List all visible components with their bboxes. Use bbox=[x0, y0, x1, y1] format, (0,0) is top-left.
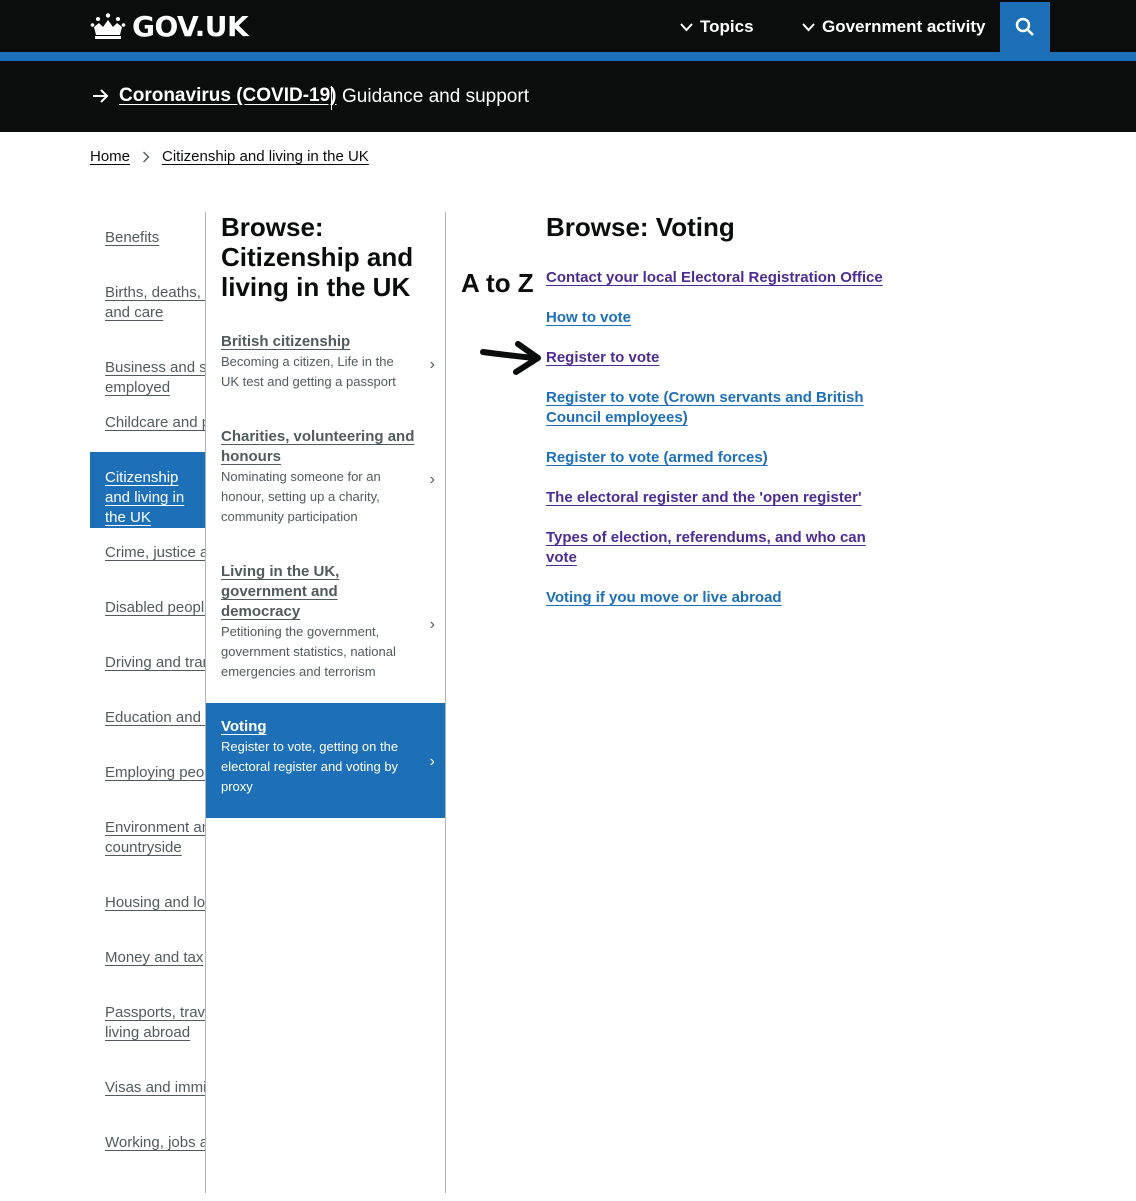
voting-link[interactable]: Voting if you move or live abroad bbox=[546, 588, 886, 608]
category-item[interactable]: Passports, travel and living abroad bbox=[90, 1003, 205, 1043]
topics-label: Topics bbox=[700, 17, 754, 36]
category-item-active[interactable]: Citizenship and living in the UK bbox=[90, 452, 205, 528]
subtopic-title: British citizenship bbox=[221, 333, 351, 350]
chevron-right-icon bbox=[143, 151, 150, 162]
column-divider bbox=[445, 212, 446, 1193]
category-item[interactable]: Money and tax bbox=[90, 948, 205, 968]
subtopic-description: Becoming a citizen, Life in the UK test … bbox=[221, 354, 396, 389]
chevron-right-icon: › bbox=[429, 753, 435, 770]
government-activity-label: Government activity bbox=[822, 17, 986, 36]
category-item[interactable]: Benefits bbox=[90, 228, 205, 248]
subtopic-item-active[interactable]: Voting Register to vote, getting on the … bbox=[206, 703, 445, 818]
category-item[interactable]: Disabled people bbox=[90, 598, 205, 618]
topics-menu-button[interactable]: Topics bbox=[680, 14, 754, 40]
voting-link[interactable]: Types of election, referendums, and who … bbox=[546, 528, 886, 568]
category-item[interactable]: Housing and local services bbox=[90, 893, 205, 913]
subtopic-description: Petitioning the government, government s… bbox=[221, 624, 396, 679]
covid-banner: Coronavirus (COVID-19) Guidance and supp… bbox=[0, 61, 1136, 132]
voting-link[interactable]: Contact your local Electoral Registratio… bbox=[546, 268, 886, 288]
header-accent-bar bbox=[0, 52, 1136, 61]
search-button[interactable] bbox=[1000, 2, 1050, 52]
category-item[interactable]: Employing people bbox=[90, 763, 205, 783]
voting-link[interactable]: Register to vote (armed forces) bbox=[546, 448, 886, 468]
pointer-arrow-icon bbox=[480, 341, 541, 375]
category-item[interactable]: Driving and transport bbox=[90, 653, 205, 673]
search-icon bbox=[1015, 17, 1034, 36]
voting-link[interactable]: Register to vote (Crown servants and Bri… bbox=[546, 388, 886, 428]
chevron-right-icon: › bbox=[429, 356, 435, 373]
crown-icon bbox=[90, 13, 126, 39]
category-item[interactable]: Visas and immigration bbox=[90, 1078, 205, 1098]
category-item[interactable]: Environment and countryside bbox=[90, 818, 205, 858]
browse-section-title: Browse: Citizenship and living in the UK bbox=[221, 212, 414, 302]
covid-link[interactable]: Coronavirus (COVID-19) bbox=[119, 85, 336, 107]
subtopic-item[interactable]: British citizenship Becoming a citizen, … bbox=[206, 332, 445, 402]
govuk-logo-link[interactable]: GOV.UK bbox=[90, 9, 249, 43]
subtopic-description: Register to vote, getting on the elector… bbox=[221, 739, 399, 794]
voting-link[interactable]: Register to vote bbox=[546, 348, 886, 368]
breadcrumb-home-link[interactable]: Home bbox=[90, 148, 130, 165]
chevron-right-icon: › bbox=[429, 616, 435, 633]
voting-section-title: Browse: Voting bbox=[546, 212, 735, 242]
government-activity-menu-button[interactable]: Government activity bbox=[802, 14, 985, 40]
chevron-down-icon bbox=[680, 22, 693, 31]
breadcrumb: Home Citizenship and living in the UK bbox=[90, 148, 369, 165]
site-header: GOV.UK Topics Government activity bbox=[0, 0, 1136, 52]
category-item[interactable]: Business and self-employed bbox=[90, 358, 205, 398]
category-item[interactable]: Crime, justice and the law bbox=[90, 543, 205, 563]
breadcrumb-current-link[interactable]: Citizenship and living in the UK bbox=[162, 148, 369, 165]
browse-categories-list: Benefits Births, deaths, marriages and c… bbox=[90, 212, 205, 1193]
chevron-down-icon bbox=[802, 22, 815, 31]
subtopic-title: Living in the UK, government and democra… bbox=[221, 563, 340, 620]
subtopic-item[interactable]: Charities, volunteering and honours Nomi… bbox=[206, 427, 445, 537]
voting-link[interactable]: How to vote bbox=[546, 308, 886, 328]
category-item[interactable]: Births, deaths, marriages and care bbox=[90, 283, 205, 323]
subtopic-title: Voting bbox=[221, 718, 267, 735]
logo-text: GOV.UK bbox=[132, 9, 249, 43]
category-item[interactable]: Childcare and parenting bbox=[90, 413, 205, 433]
subtopic-item[interactable]: Living in the UK, government and democra… bbox=[206, 562, 445, 687]
covid-separator bbox=[331, 86, 332, 110]
voting-link[interactable]: The electoral register and the 'open reg… bbox=[546, 488, 886, 508]
category-item[interactable]: Education and learning bbox=[90, 708, 205, 728]
atoz-heading: A to Z bbox=[461, 268, 534, 298]
category-item[interactable]: Working, jobs and pensions bbox=[90, 1133, 205, 1153]
subtopic-title: Charities, volunteering and honours bbox=[221, 428, 415, 465]
arrow-right-icon bbox=[93, 89, 109, 103]
covid-subtext: Guidance and support bbox=[342, 86, 529, 107]
chevron-right-icon: › bbox=[429, 471, 435, 488]
subtopic-description: Nominating someone for an honour, settin… bbox=[221, 469, 381, 524]
